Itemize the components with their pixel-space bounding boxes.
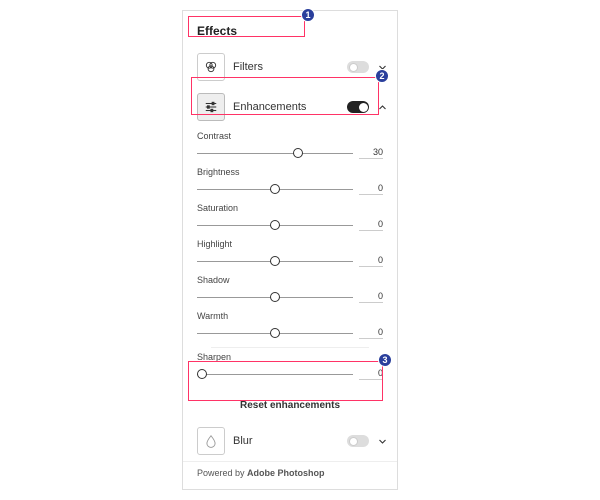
- slider-brightness: Brightness 0: [197, 167, 383, 196]
- slider-value[interactable]: 0: [359, 368, 383, 380]
- slider-handle[interactable]: [270, 220, 280, 230]
- footer-prefix: Powered by: [197, 468, 247, 478]
- enhancements-label: Enhancements: [233, 101, 339, 113]
- slider-value[interactable]: 0: [359, 219, 383, 231]
- footer: Powered by Adobe Photoshop: [183, 461, 397, 486]
- slider-track[interactable]: [197, 146, 353, 160]
- slider-contrast: Contrast 30: [197, 131, 383, 160]
- slider-track[interactable]: [197, 326, 353, 340]
- slider-value[interactable]: 30: [359, 147, 383, 159]
- slider-value[interactable]: 0: [359, 291, 383, 303]
- slider-value[interactable]: 0: [359, 255, 383, 267]
- slider-value[interactable]: 0: [359, 183, 383, 195]
- chevron-down-icon[interactable]: [377, 436, 387, 446]
- slider-handle[interactable]: [270, 256, 280, 266]
- slider-handle[interactable]: [270, 328, 280, 338]
- slider-label: Contrast: [197, 131, 383, 141]
- slider-highlight: Highlight 0: [197, 239, 383, 268]
- slider-handle[interactable]: [270, 184, 280, 194]
- slider-track[interactable]: [197, 218, 353, 232]
- chevron-down-icon[interactable]: [377, 62, 387, 72]
- slider-handle[interactable]: [293, 148, 303, 158]
- slider-label: Warmth: [197, 311, 383, 321]
- slider-shadow: Shadow 0: [197, 275, 383, 304]
- slider-label: Highlight: [197, 239, 383, 249]
- slider-warmth: Warmth 0: [197, 311, 383, 340]
- enhancements-icon: [197, 93, 225, 121]
- slider-handle[interactable]: [270, 292, 280, 302]
- slider-label: Brightness: [197, 167, 383, 177]
- blur-toggle[interactable]: [347, 435, 369, 447]
- blur-label: Blur: [233, 435, 339, 447]
- slider-saturation: Saturation 0: [197, 203, 383, 232]
- reset-enhancements-link[interactable]: Reset enhancements: [183, 392, 397, 421]
- slider-value[interactable]: 0: [359, 327, 383, 339]
- enhancements-sliders: Contrast30Brightness0Saturation0Highligh…: [183, 131, 397, 392]
- slider-track[interactable]: [197, 182, 353, 196]
- filters-toggle[interactable]: [347, 61, 369, 73]
- slider-label: Shadow: [197, 275, 383, 285]
- filters-label: Filters: [233, 61, 339, 73]
- enhancements-toggle[interactable]: [347, 101, 369, 113]
- footer-brand: Adobe Photoshop: [247, 468, 325, 478]
- blur-icon: [197, 427, 225, 455]
- slider-sharpen: Sharpen 0: [197, 352, 383, 381]
- slider-track[interactable]: [197, 290, 353, 304]
- blur-row[interactable]: Blur: [183, 421, 397, 461]
- enhancements-row[interactable]: Enhancements: [183, 87, 397, 127]
- filters-row[interactable]: Filters: [183, 47, 397, 87]
- slider-track[interactable]: [197, 367, 353, 381]
- slider-label: Sharpen: [197, 352, 383, 362]
- effects-panel: Effects Filters Enhancements Contrast 30 B…: [182, 10, 398, 490]
- slider-label: Saturation: [197, 203, 383, 213]
- chevron-up-icon[interactable]: [377, 102, 387, 112]
- section-title: Effects: [183, 11, 397, 47]
- slider-track[interactable]: [197, 254, 353, 268]
- filters-icon: [197, 53, 225, 81]
- slider-handle[interactable]: [197, 369, 207, 379]
